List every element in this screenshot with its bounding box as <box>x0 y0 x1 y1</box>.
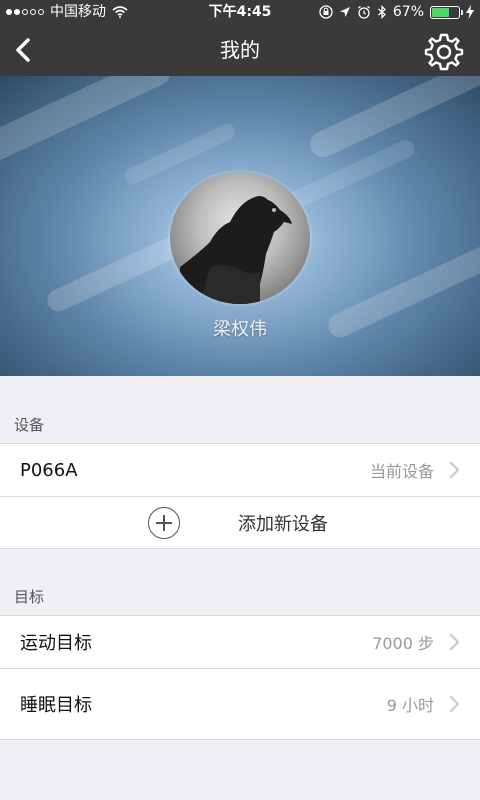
nav-bar: 我的 <box>0 24 480 76</box>
battery-icon <box>430 5 463 19</box>
profile-header: 梁权伟 <box>0 76 480 376</box>
background-texture <box>0 76 177 172</box>
add-device-button[interactable]: 添加新设备 <box>0 496 480 549</box>
divider <box>0 739 480 740</box>
device-status: 当前设备 <box>369 462 434 481</box>
chevron-right-icon <box>450 462 459 478</box>
device-name: P066A <box>20 459 78 481</box>
status-bar: 中国移动 下午4:45 67% <box>0 0 480 24</box>
goal-value: 7000 步 <box>372 634 434 653</box>
page-title: 我的 <box>220 38 260 62</box>
status-right: 67% <box>319 0 474 24</box>
gear-icon[interactable] <box>424 32 464 72</box>
divider <box>0 548 480 549</box>
username: 梁权伟 <box>213 319 267 340</box>
add-device-label: 添加新设备 <box>238 514 328 535</box>
goal-row-sleep[interactable]: 睡眠目标 9 小时 <box>0 668 480 739</box>
background-texture <box>282 137 418 213</box>
add-circle-icon <box>148 507 180 539</box>
avatar[interactable] <box>170 172 310 304</box>
chevron-right-icon <box>450 634 459 650</box>
battery-fill <box>432 7 450 17</box>
battery-percent: 67% <box>392 4 424 20</box>
goal-row-exercise[interactable]: 运动目标 7000 步 <box>0 615 480 668</box>
top-bar: 中国移动 下午4:45 67% 我的 <box>0 0 480 76</box>
bird-silhouette-image <box>180 196 292 304</box>
alarm-icon <box>357 5 370 19</box>
bluetooth-icon <box>377 5 386 19</box>
device-row[interactable]: P066A 当前设备 <box>0 443 480 496</box>
section-label-devices: 设备 <box>14 416 45 434</box>
goal-label: 睡眠目标 <box>20 695 92 716</box>
orientation-lock-icon <box>319 5 333 19</box>
section-label-goals: 目标 <box>14 588 45 606</box>
location-icon <box>339 7 350 17</box>
goal-value: 9 小时 <box>386 696 434 715</box>
charging-icon <box>466 5 474 19</box>
chevron-right-icon <box>450 696 459 712</box>
goal-label: 运动目标 <box>20 633 92 654</box>
